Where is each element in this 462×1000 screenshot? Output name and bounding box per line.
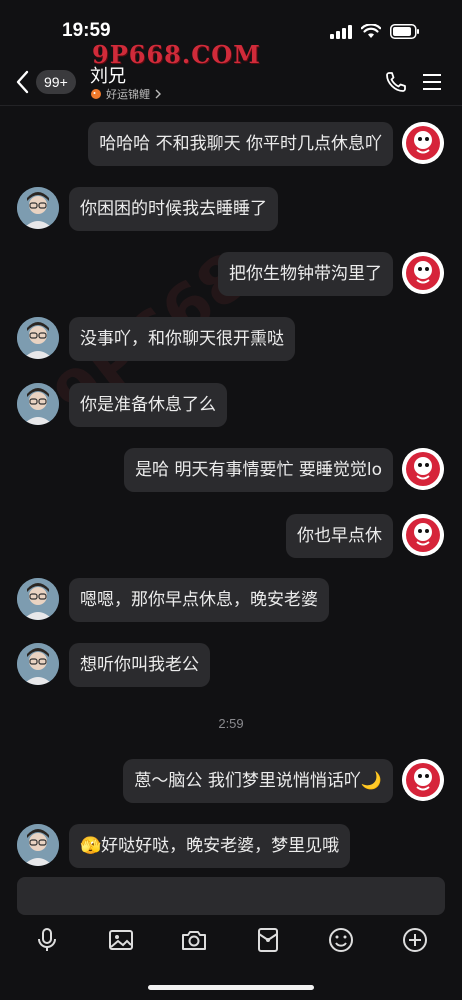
message-row: 把你生物钟带沟里了 (0, 252, 462, 296)
unread-badge[interactable]: 99+ (36, 70, 76, 94)
image-icon[interactable] (107, 926, 135, 954)
my-avatar[interactable] (402, 252, 444, 294)
menu-icon[interactable] (422, 72, 442, 92)
home-indicator (148, 985, 314, 990)
message-row: 嗯嗯，那你早点休息，晚安老婆 (0, 578, 462, 622)
sent-message-bubble[interactable]: 你也早点休 (286, 514, 393, 558)
message-row: 你是准备休息了么 (0, 383, 462, 427)
microphone-icon[interactable] (33, 926, 61, 954)
contact-subtitle[interactable]: 好运锦鲤 (90, 86, 162, 102)
koi-icon (91, 89, 101, 99)
contact-avatar[interactable] (17, 578, 59, 620)
received-message-bubble[interactable]: 想听你叫我老公 (69, 643, 210, 687)
received-message-bubble[interactable]: 没事吖，和你聊天很开熏哒 (69, 317, 295, 361)
phone-icon[interactable] (384, 70, 408, 94)
status-icons (330, 24, 420, 39)
my-avatar[interactable] (402, 122, 444, 164)
message-row: 🫣好哒好哒，晚安老婆，梦里见哦 (0, 824, 462, 868)
message-row: 你也早点休 (0, 514, 462, 558)
message-row: 没事吖，和你聊天很开熏哒 (0, 317, 462, 361)
received-message-bubble[interactable]: 你是准备休息了么 (69, 383, 227, 427)
message-row: 想听你叫我老公 (0, 643, 462, 687)
sent-message-bubble[interactable]: 哈哈哈 不和我聊天 你平时几点休息吖 (88, 122, 393, 166)
message-row: 你困困的时候我去睡睡了 (0, 187, 462, 231)
contact-subtitle-label: 好运锦鲤 (106, 88, 150, 101)
contact-avatar[interactable] (17, 643, 59, 685)
camera-icon[interactable] (180, 926, 208, 954)
signal-icon (330, 24, 352, 39)
chevron-right-icon (155, 89, 161, 99)
received-message-bubble[interactable]: 嗯嗯，那你早点休息，晚安老婆 (69, 578, 329, 622)
chat-header: 99+ 刘兄 好运锦鲤 (0, 60, 462, 106)
plus-icon[interactable] (401, 926, 429, 954)
sent-message-bubble[interactable]: 把你生物钟带沟里了 (218, 252, 393, 296)
back-icon[interactable] (14, 70, 32, 94)
my-avatar[interactable] (402, 759, 444, 801)
message-row: 哈哈哈 不和我聊天 你平时几点休息吖 (0, 122, 462, 166)
status-time: 19:59 (62, 20, 111, 41)
my-avatar[interactable] (402, 514, 444, 556)
red-packet-icon[interactable] (254, 926, 282, 954)
received-message-bubble[interactable]: 🫣好哒好哒，晚安老婆，梦里见哦 (69, 824, 351, 868)
contact-name[interactable]: 刘兄 (90, 62, 126, 88)
wifi-icon (361, 24, 381, 38)
my-avatar[interactable] (402, 448, 444, 490)
contact-avatar[interactable] (17, 383, 59, 425)
battery-icon (390, 24, 419, 39)
input-toolbar (0, 926, 462, 956)
received-message-bubble[interactable]: 你困困的时候我去睡睡了 (69, 187, 278, 231)
time-divider: 2:59 (218, 716, 244, 731)
message-row: 蒽～脑公 我们梦里说悄悄话吖🌙 (0, 759, 462, 803)
sent-message-bubble[interactable]: 蒽～脑公 我们梦里说悄悄话吖🌙 (123, 759, 393, 803)
sent-message-bubble[interactable]: 是哈 明天有事情要忙 要睡觉觉lo (124, 448, 393, 492)
contact-avatar[interactable] (17, 824, 59, 866)
emoji-icon[interactable] (327, 926, 355, 954)
contact-avatar[interactable] (17, 187, 59, 229)
message-input[interactable] (17, 877, 445, 915)
contact-avatar[interactable] (17, 317, 59, 359)
message-row: 是哈 明天有事情要忙 要睡觉觉lo (0, 448, 462, 492)
